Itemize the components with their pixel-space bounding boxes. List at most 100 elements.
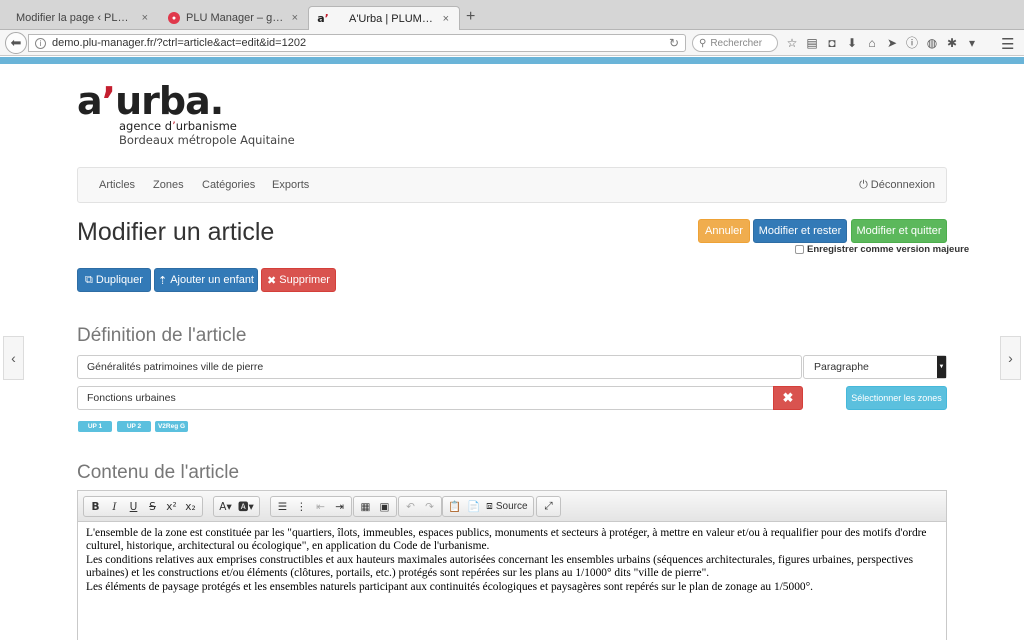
redo-icon[interactable]: ↷ <box>420 497 439 516</box>
browser-tab-aurba[interactable]: a’ A'Urba | PLUManager × <box>308 6 460 30</box>
text-color-icon[interactable]: A▾ <box>216 497 235 516</box>
numbered-list-icon[interactable]: ☰ <box>273 497 292 516</box>
image-icon[interactable]: ▣ <box>375 497 394 516</box>
source-button[interactable]: ⧈ Source <box>483 497 530 516</box>
tab-title: PLU Manager – gestion du… <box>186 12 286 24</box>
url-text: demo.plu-manager.fr/?ctrl=article&act=ed… <box>52 37 307 49</box>
major-version-checkbox[interactable]: Enregistrer comme version majeure <box>795 244 969 255</box>
logo-wordmark: a’urba. <box>77 79 224 123</box>
definition-heading: Définition de l'article <box>77 325 247 346</box>
article-title-input[interactable]: Généralités patrimoines ville de pierre <box>77 355 802 379</box>
article-type-value: Paragraphe <box>814 361 869 373</box>
delete-button[interactable]: ✖ Supprimer <box>261 268 336 292</box>
undo-icon[interactable]: ↶ <box>401 497 420 516</box>
paste-text-icon[interactable]: 📄 <box>464 497 483 516</box>
content-paragraph: Les éléments de paysage protégés et les … <box>86 580 813 593</box>
italic-icon[interactable]: I <box>105 497 124 516</box>
cancel-button[interactable]: Annuler <box>698 219 750 243</box>
indent-icon[interactable]: ⇥ <box>330 497 349 516</box>
download-icon[interactable]: ⬇ <box>844 35 860 51</box>
logo-subtitle: agence d’urbanisme <box>119 119 237 133</box>
nav-item-zones[interactable]: Zones <box>153 179 184 191</box>
editor-toolbar: B I U S x² x₂ A▾ 🅰▾ ☰ ⋮ ⇤ ⇥ ▦ ▣ ↶ ↷ 📋 📄 <box>78 491 946 522</box>
reload-icon[interactable]: ↻ <box>669 36 679 50</box>
editor-content-area[interactable]: L'ensemble de la zone est constituée par… <box>78 523 946 594</box>
send-icon[interactable]: ➤ <box>884 35 900 51</box>
strikethrough-icon[interactable]: S <box>143 497 162 516</box>
color-button-group: A▾ 🅰▾ <box>213 496 260 517</box>
close-icon[interactable]: × <box>443 13 449 25</box>
zone-tag[interactable]: UP 1 <box>78 421 112 432</box>
category-input[interactable]: Fonctions urbaines <box>77 386 774 410</box>
site-header-bar <box>0 57 1024 64</box>
clipboard-button-group: 📋 📄 ⧈ Source <box>442 496 534 517</box>
save-and-quit-button[interactable]: Modifier et quitter <box>851 219 947 243</box>
info-icon[interactable]: ⓘ <box>904 35 920 51</box>
previous-arrow-icon[interactable]: ‹ <box>3 336 24 380</box>
copy-icon: ⧉ <box>85 273 93 286</box>
browser-navigation-bar: ⬅ i demo.plu-manager.fr/?ctrl=article&ac… <box>0 30 1024 56</box>
pocket-icon[interactable]: ◘ <box>824 35 840 51</box>
article-type-select[interactable]: Paragraphe ▼ <box>803 355 947 379</box>
table-icon[interactable]: ▦ <box>356 497 375 516</box>
chevron-down-icon[interactable]: ▼ <box>937 356 946 378</box>
nav-item-exports[interactable]: Exports <box>272 179 309 191</box>
nav-item-articles[interactable]: Articles <box>99 179 135 191</box>
major-version-label: Enregistrer comme version majeure <box>807 244 970 255</box>
content-paragraph: Les conditions relatives aux emprises co… <box>86 553 914 580</box>
underline-icon[interactable]: U <box>124 497 143 516</box>
close-icon[interactable]: × <box>142 12 148 24</box>
info-icon[interactable]: i <box>35 37 46 49</box>
background-color-icon[interactable]: 🅰▾ <box>235 497 257 516</box>
main-navigation: Articles Zones Catégories Exports ⏻ Décon… <box>77 167 947 203</box>
browser-toolbar-icons: ☆ ▤ ◘ ⬇ ⌂ ➤ ⓘ ◍ ✱ ▾ <box>784 35 980 51</box>
search-placeholder: Rechercher <box>710 37 763 49</box>
logo-location: Bordeaux métropole Aquitaine <box>119 133 295 147</box>
maximize-button-group: ⤢ <box>536 496 561 517</box>
next-arrow-icon[interactable]: › <box>1000 336 1021 380</box>
superscript-icon[interactable]: x² <box>162 497 181 516</box>
tab-title: A'Urba | PLUManager <box>349 12 437 25</box>
outdent-icon[interactable]: ⇤ <box>311 497 330 516</box>
rich-text-editor: B I U S x² x₂ A▾ 🅰▾ ☰ ⋮ ⇤ ⇥ ▦ ▣ ↶ ↷ 📋 📄 <box>77 490 947 640</box>
save-and-stay-button[interactable]: Modifier et rester <box>753 219 847 243</box>
select-zones-button[interactable]: Sélectionner les zones <box>846 386 947 410</box>
content-paragraph: L'ensemble de la zone est constituée par… <box>86 527 927 553</box>
undo-button-group: ↶ ↷ <box>398 496 442 517</box>
subscript-icon[interactable]: x₂ <box>181 497 200 516</box>
insert-button-group: ▦ ▣ <box>353 496 397 517</box>
star-icon[interactable]: ☆ <box>784 35 800 51</box>
zone-tag[interactable]: V2Reg G <box>155 421 188 432</box>
hamburger-menu-icon[interactable]: ☰ <box>1001 35 1014 53</box>
new-tab-button[interactable]: + <box>466 8 475 26</box>
maximize-icon[interactable]: ⤢ <box>539 497 558 516</box>
paste-icon[interactable]: 📋 <box>445 497 464 516</box>
home-icon[interactable]: ⌂ <box>864 35 880 51</box>
reading-list-icon[interactable]: ▤ <box>804 35 820 51</box>
clear-category-button[interactable]: ✖ <box>773 386 803 410</box>
browser-tab-plu[interactable]: ● PLU Manager – gestion du… × <box>160 6 308 30</box>
browser-tab-wp[interactable]: Modifier la page ‹ PLU Manager… × <box>8 6 158 30</box>
extension-icon[interactable]: ✱ <box>944 35 960 51</box>
url-bar[interactable]: i demo.plu-manager.fr/?ctrl=article&act=… <box>28 34 686 52</box>
add-child-button[interactable]: ⇡ Ajouter un enfant <box>154 268 258 292</box>
aurba-logo: a’urba. agence d’urbanisme Bordeaux métr… <box>77 81 297 151</box>
bold-icon[interactable]: B <box>86 497 105 516</box>
content-heading: Contenu de l'article <box>77 462 240 483</box>
search-input[interactable]: ⚲ Rechercher <box>692 34 778 52</box>
back-arrow-icon[interactable]: ⬅ <box>5 32 27 54</box>
duplicate-button[interactable]: ⧉ Dupliquer <box>77 268 151 292</box>
bullet-list-icon[interactable]: ⋮ <box>292 497 311 516</box>
page-title: Modifier un article <box>77 218 275 246</box>
logout-link[interactable]: ⏻ Déconnexion <box>859 179 935 192</box>
checkbox-box[interactable] <box>795 245 804 254</box>
zone-tag[interactable]: UP 2 <box>117 421 151 432</box>
tab-title: Modifier la page ‹ PLU Manager… <box>16 12 136 24</box>
child-icon: ⇡ <box>157 274 168 287</box>
nav-item-categories[interactable]: Catégories <box>202 179 255 191</box>
times-icon: ✖ <box>267 274 277 287</box>
source-icon: ⧈ <box>486 500 493 512</box>
chat-icon[interactable]: ◍ <box>924 35 940 51</box>
dropdown-icon[interactable]: ▾ <box>964 35 980 51</box>
close-icon[interactable]: × <box>292 12 298 24</box>
